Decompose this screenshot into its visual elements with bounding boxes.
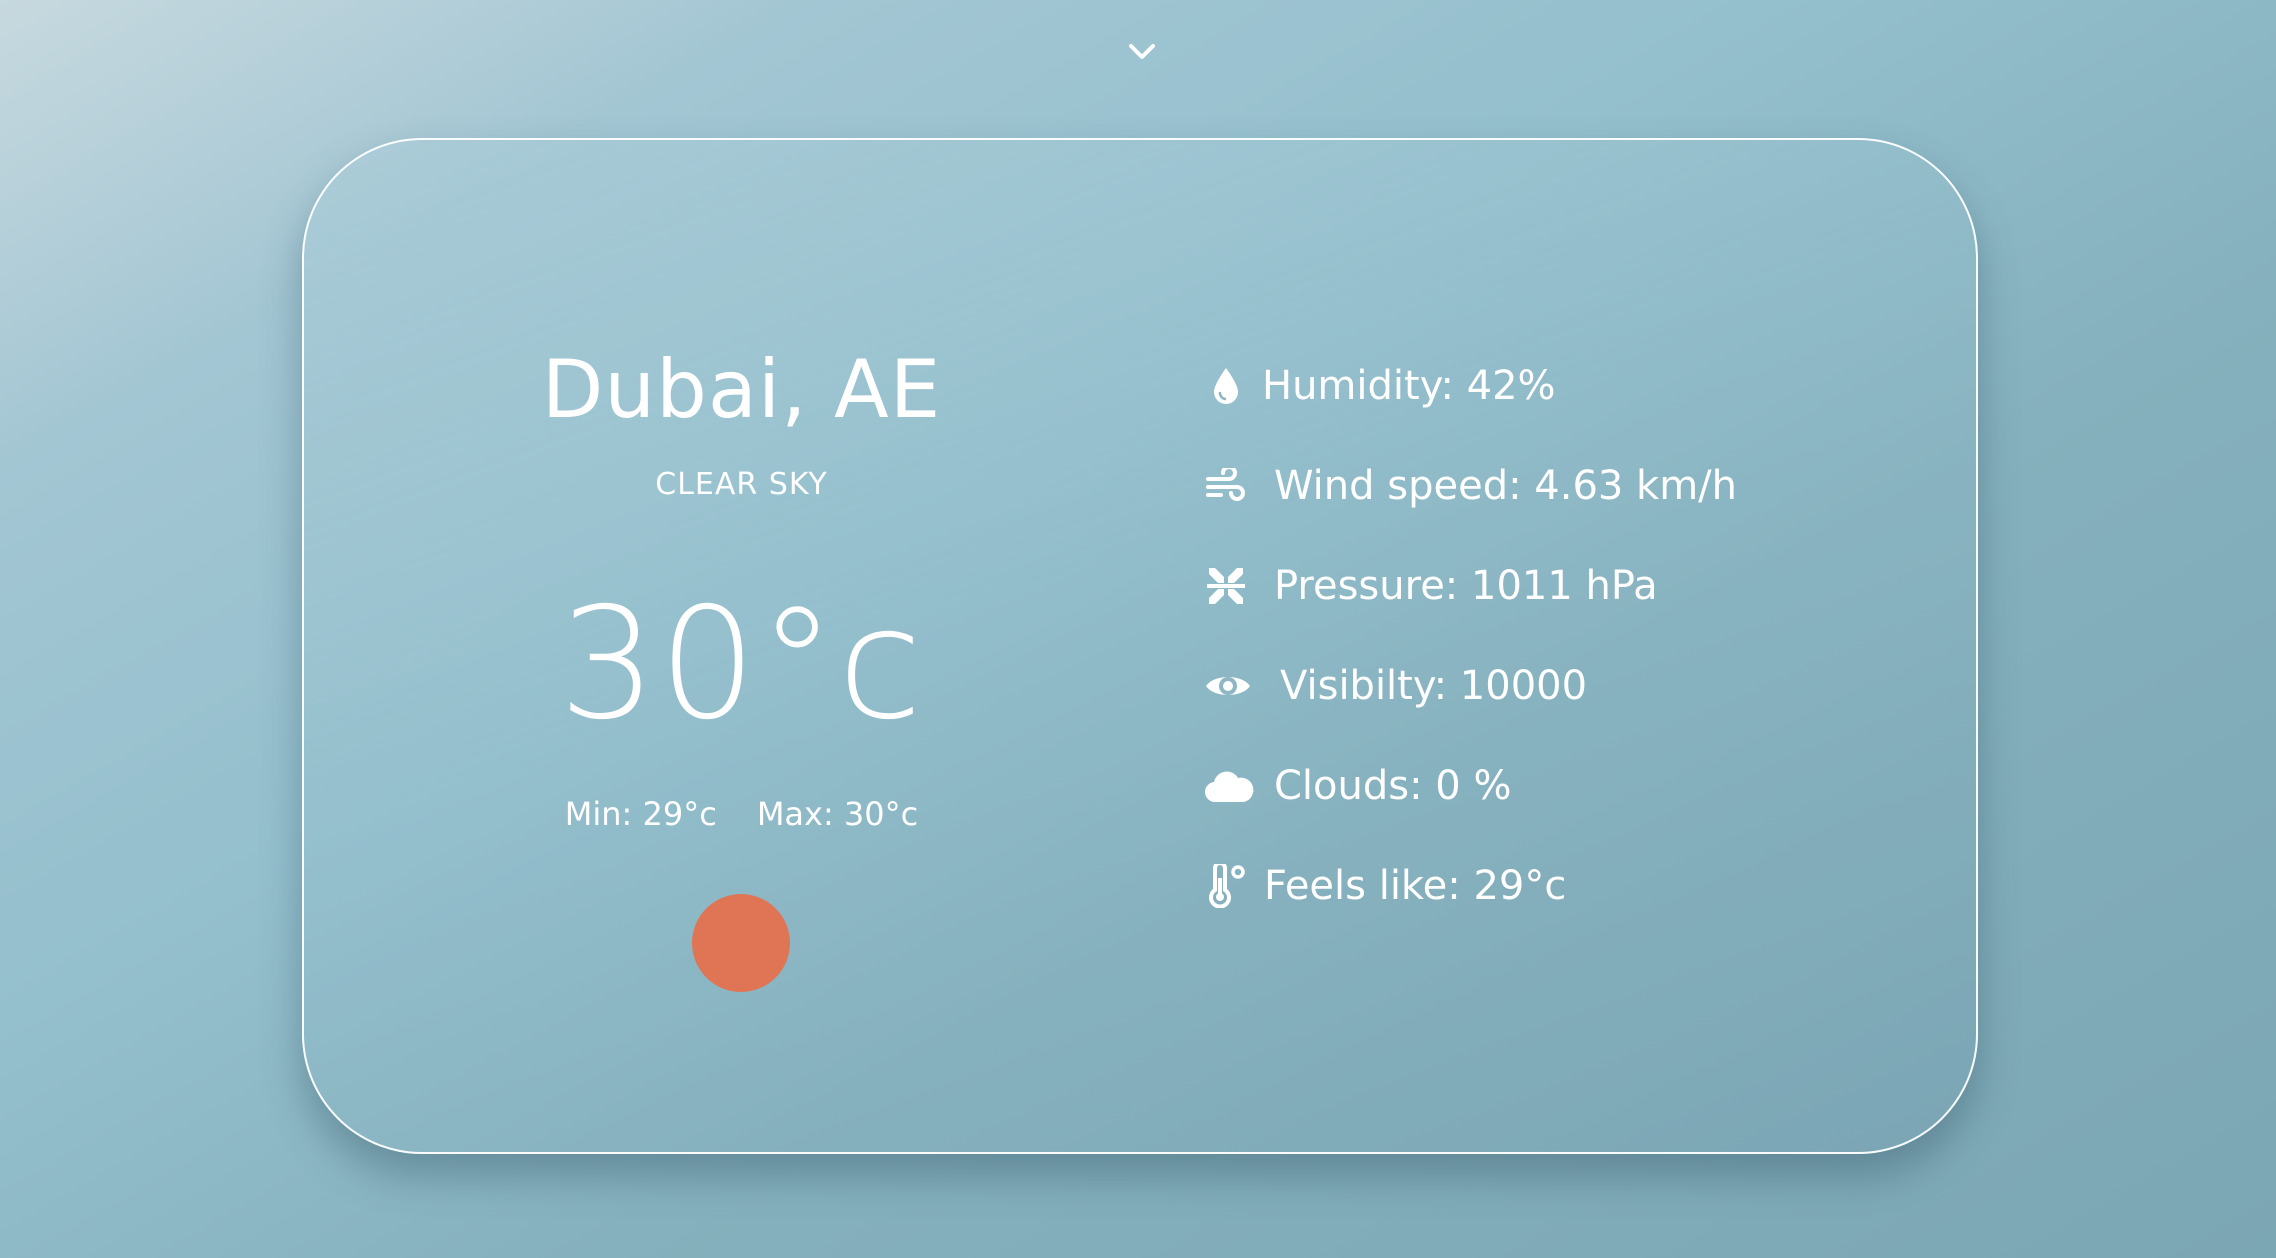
weather-description: CLEAR SKY — [655, 467, 828, 502]
detail-feels-like: Feels like: 29°c — [1204, 836, 1737, 936]
detail-clouds: Clouds: 0 % — [1204, 736, 1737, 836]
wind-speed-label: Wind speed: 4.63 km/h — [1274, 463, 1738, 509]
clouds-label: Clouds: 0 % — [1274, 763, 1512, 809]
humidity-label: Humidity: 42% — [1262, 363, 1556, 409]
min-temperature: Min: 29°c — [564, 795, 717, 833]
detail-visibility: Visibilty: 10000 — [1204, 636, 1737, 736]
min-max-temperature: Min: 29°c Max: 30°c — [304, 798, 1179, 830]
detail-wind-speed: Wind speed: 4.63 km/h — [1204, 436, 1737, 536]
weather-details-list: Humidity: 42% Wind speed: 4.63 km/h Pres… — [1204, 336, 1737, 936]
weather-card: Dubai, AE CLEAR SKY 30°c Min: 29°c Max: … — [302, 138, 1978, 1154]
eye-icon — [1204, 664, 1252, 708]
water-drop-icon — [1204, 364, 1248, 408]
feels-like-label: Feels like: 29°c — [1264, 863, 1567, 909]
chevron-down-icon[interactable] — [1126, 36, 1158, 68]
wind-icon — [1204, 464, 1248, 508]
current-weather-panel: Dubai, AE CLEAR SKY 30°c Min: 29°c Max: … — [304, 140, 1179, 1152]
detail-humidity: Humidity: 42% — [1204, 336, 1737, 436]
pressure-label: Pressure: 1011 hPa — [1274, 563, 1658, 609]
sun-icon — [692, 894, 790, 992]
thermometer-icon — [1204, 864, 1248, 908]
city-name: Dubai, AE — [541, 343, 942, 436]
current-temperature: 30°c — [558, 575, 925, 754]
visibility-label: Visibilty: 10000 — [1280, 663, 1588, 709]
detail-pressure: Pressure: 1011 hPa — [1204, 536, 1737, 636]
cloud-icon — [1204, 764, 1254, 808]
max-temperature: Max: 30°c — [756, 795, 919, 833]
compress-icon — [1204, 564, 1248, 608]
